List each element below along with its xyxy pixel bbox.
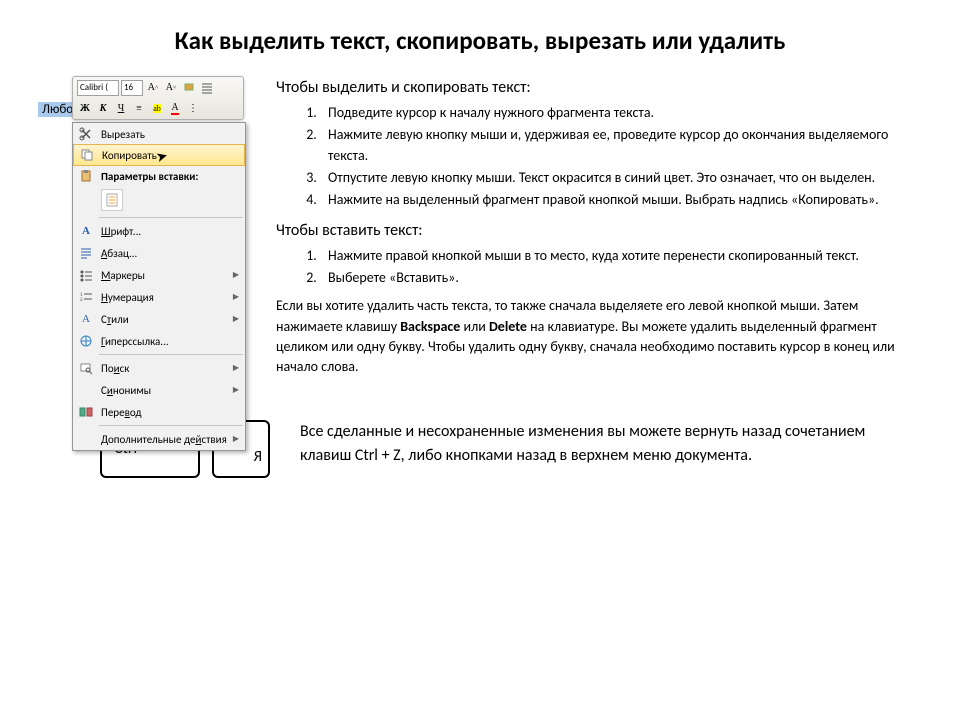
section2-list: Нажмите правой кнопкой мыши в то место, … xyxy=(276,246,920,289)
menu-cut-label: Вырезать xyxy=(101,128,239,141)
list-item: Отпустите левую кнопку мыши. Текст окрас… xyxy=(320,168,920,188)
menu-numbering-label: Нумерация xyxy=(101,291,233,304)
menu-cut[interactable]: Вырезать xyxy=(73,123,245,145)
grow-font-button[interactable]: A˄ xyxy=(145,80,161,96)
menu-translate[interactable]: Перевод xyxy=(73,401,245,423)
highlight-button[interactable]: ab xyxy=(149,101,165,117)
menu-copy[interactable]: Копировать xyxy=(73,144,245,166)
list-item: Выберете «Вставить». xyxy=(320,268,920,288)
menu-separator xyxy=(99,217,243,218)
list-item: Подведите курсор к началу нужного фрагме… xyxy=(320,103,920,123)
menu-styles-label: Стили xyxy=(101,313,233,326)
section1-heading: Чтобы выделить и скопировать текст: xyxy=(276,76,920,99)
menu-font-label: Шрифт... xyxy=(101,225,239,238)
more-icon[interactable]: ⋮ xyxy=(185,101,201,117)
list-item: Нажмите левую кнопку мыши и, удерживая е… xyxy=(320,125,920,166)
undo-text: Все сделанные и несохраненные изменения … xyxy=(300,420,900,468)
context-menu: Вырезать Копировать Параметры вставки: A… xyxy=(72,122,246,451)
list-item: Нажмите на выделенный фрагмент правой кн… xyxy=(320,190,920,210)
section1-list: Подведите курсор к началу нужного фрагме… xyxy=(276,103,920,210)
chevron-right-icon: ▶ xyxy=(233,363,239,373)
numbering-icon: 12 xyxy=(77,288,95,306)
z-key-bottom: Я xyxy=(254,449,268,466)
menu-synonyms-label: Синонимы xyxy=(101,384,233,397)
indent-icon[interactable] xyxy=(199,80,215,96)
menu-separator xyxy=(99,425,243,426)
menu-synonyms[interactable]: Синонимы ▶ xyxy=(73,379,245,401)
search-icon xyxy=(77,359,95,377)
menu-separator xyxy=(99,354,243,355)
page-title: Как выделить текст, скопировать, вырезат… xyxy=(0,0,960,66)
styles-icon: A xyxy=(77,310,95,328)
menu-copy-label: Копировать xyxy=(102,149,238,162)
screenshot-panel: Любовь Calibri ( 16 A˄ A˅ Ж К Ч ≡ ab A ⋮ xyxy=(40,76,258,380)
bold-button[interactable]: Ж xyxy=(77,101,93,117)
format-painter-icon[interactable] xyxy=(181,80,197,96)
font-size-dropdown[interactable]: 16 xyxy=(121,80,143,96)
clipboard-icon xyxy=(77,167,95,185)
menu-bullets-label: Маркеры xyxy=(101,269,233,282)
copy-icon xyxy=(78,146,96,164)
chevron-right-icon: ▶ xyxy=(233,292,239,302)
instructions: Чтобы выделить и скопировать текст: Подв… xyxy=(276,76,920,380)
svg-text:2: 2 xyxy=(80,297,83,303)
bullets-icon xyxy=(77,266,95,284)
paste-keep-formatting-icon[interactable] xyxy=(101,189,123,211)
delete-paragraph: Если вы хотите удалить часть текста, то … xyxy=(276,296,920,377)
menu-paste-options: Параметры вставки: xyxy=(73,165,245,187)
menu-additional-label: Дополнительные действия xyxy=(101,433,233,446)
chevron-right-icon: ▶ xyxy=(233,434,239,444)
chevron-right-icon: ▶ xyxy=(233,385,239,395)
menu-font[interactable]: A Шрифт... xyxy=(73,220,245,242)
paste-options-row xyxy=(73,187,245,215)
scissors-icon xyxy=(77,125,95,143)
menu-styles[interactable]: A Стили ▶ xyxy=(73,308,245,330)
underline-button[interactable]: Ч xyxy=(113,101,129,117)
chevron-right-icon: ▶ xyxy=(233,270,239,280)
menu-paragraph-label: Абзац... xyxy=(101,247,239,260)
menu-translate-label: Перевод xyxy=(101,406,239,419)
font-color-button[interactable]: A xyxy=(167,101,183,117)
section2-heading: Чтобы вставить текст: xyxy=(276,219,920,242)
font-name-dropdown[interactable]: Calibri ( xyxy=(77,80,119,96)
menu-hyperlink-label: Гиперссылка... xyxy=(101,335,239,348)
menu-paragraph[interactable]: Абзац... xyxy=(73,242,245,264)
chevron-right-icon: ▶ xyxy=(233,314,239,324)
hyperlink-icon xyxy=(77,332,95,350)
font-icon: A xyxy=(77,222,95,240)
menu-paste-options-label: Параметры вставки: xyxy=(101,170,239,183)
shrink-font-button[interactable]: A˅ xyxy=(163,80,179,96)
italic-button[interactable]: К xyxy=(95,101,111,117)
menu-additional[interactable]: Дополнительные действия ▶ xyxy=(73,428,245,450)
blank-icon xyxy=(77,381,95,399)
blank-icon xyxy=(77,430,95,448)
menu-search-label: Поиск xyxy=(101,362,233,375)
paragraph-icon xyxy=(77,244,95,262)
align-center-button[interactable]: ≡ xyxy=(131,101,147,117)
menu-search[interactable]: Поиск ▶ xyxy=(73,357,245,379)
list-item: Нажмите правой кнопкой мыши в то место, … xyxy=(320,246,920,266)
menu-bullets[interactable]: Маркеры ▶ xyxy=(73,264,245,286)
mini-toolbar: Calibri ( 16 A˄ A˅ Ж К Ч ≡ ab A ⋮ xyxy=(72,76,244,120)
translate-icon xyxy=(77,403,95,421)
menu-hyperlink[interactable]: Гиперссылка... xyxy=(73,330,245,352)
menu-numbering[interactable]: 12 Нумерация ▶ xyxy=(73,286,245,308)
content-area: Любовь Calibri ( 16 A˄ A˅ Ж К Ч ≡ ab A ⋮ xyxy=(0,66,960,380)
